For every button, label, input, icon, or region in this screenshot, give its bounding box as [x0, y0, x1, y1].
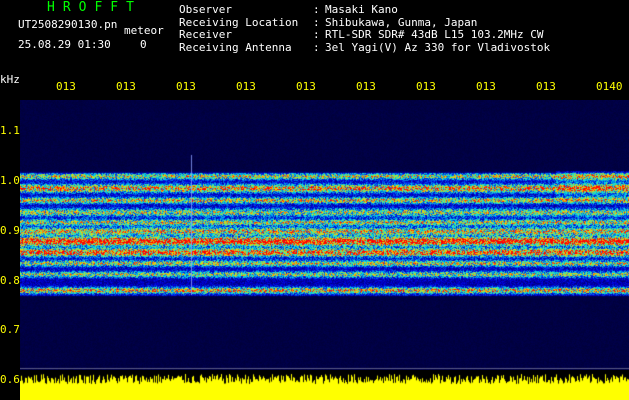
app-title: HROFFT [47, 0, 142, 15]
time-tick-label: 013 [536, 80, 556, 93]
info-label: Receiving Antenna [179, 40, 292, 54]
frequency-tick-label: 0.6 [0, 373, 20, 386]
info-row-antenna: Receiving Antenna : 3el Yagi(V) Az 330 f… [179, 40, 551, 55]
time-tick-label: 013 [176, 80, 196, 93]
signal-level-bar [20, 370, 629, 400]
frequency-tick-label: 0.7 [0, 323, 20, 336]
frequency-tick-label: 1.1 [0, 124, 20, 137]
info-value: 3el Yagi(V) Az 330 for Vladivostok [325, 40, 551, 54]
time-tick-label: 013 [476, 80, 496, 93]
time-tick-label: 013 [416, 80, 436, 93]
info-row-receiver: Receiver : RTL-SDR SDR# 43dB L15 103.2MH… [179, 28, 550, 42]
time-tick-label: 013 [356, 80, 376, 93]
time-tick-label: 013 [296, 80, 316, 93]
observation-datetime: 25.08.29 01:30 [18, 38, 111, 51]
frequency-tick-label: 0.9 [0, 224, 20, 237]
counter-value: 0 [140, 38, 147, 51]
info-separator: : [313, 40, 320, 54]
info-label: Observer [179, 3, 232, 16]
frequency-unit-label: kHz [0, 73, 20, 86]
time-tick-label: 0140 [596, 80, 623, 93]
time-tick-label: 013 [116, 80, 136, 93]
info-row-observer: Observer : Masaki Kano [179, 3, 550, 17]
time-tick-label: 013 [56, 80, 76, 93]
time-tick-label: 013 [236, 80, 256, 93]
info-separator: : [313, 3, 320, 16]
frequency-tick-label: 1.0 [0, 174, 20, 187]
info-value: Masaki Kano [325, 3, 398, 16]
info-value: RTL-SDR SDR# 43dB L15 103.2MHz CW [325, 28, 544, 41]
info-label: Receiver [179, 28, 232, 41]
spectrogram-waterfall[interactable] [20, 100, 629, 370]
observation-info: Observer : Masaki Kano Receiving Locatio… [179, 3, 551, 55]
frequency-tick-label: 0.8 [0, 274, 20, 287]
mode-label: meteor [124, 24, 164, 37]
file-name: UT2508290130.pn [18, 18, 118, 31]
info-separator: : [313, 28, 320, 41]
